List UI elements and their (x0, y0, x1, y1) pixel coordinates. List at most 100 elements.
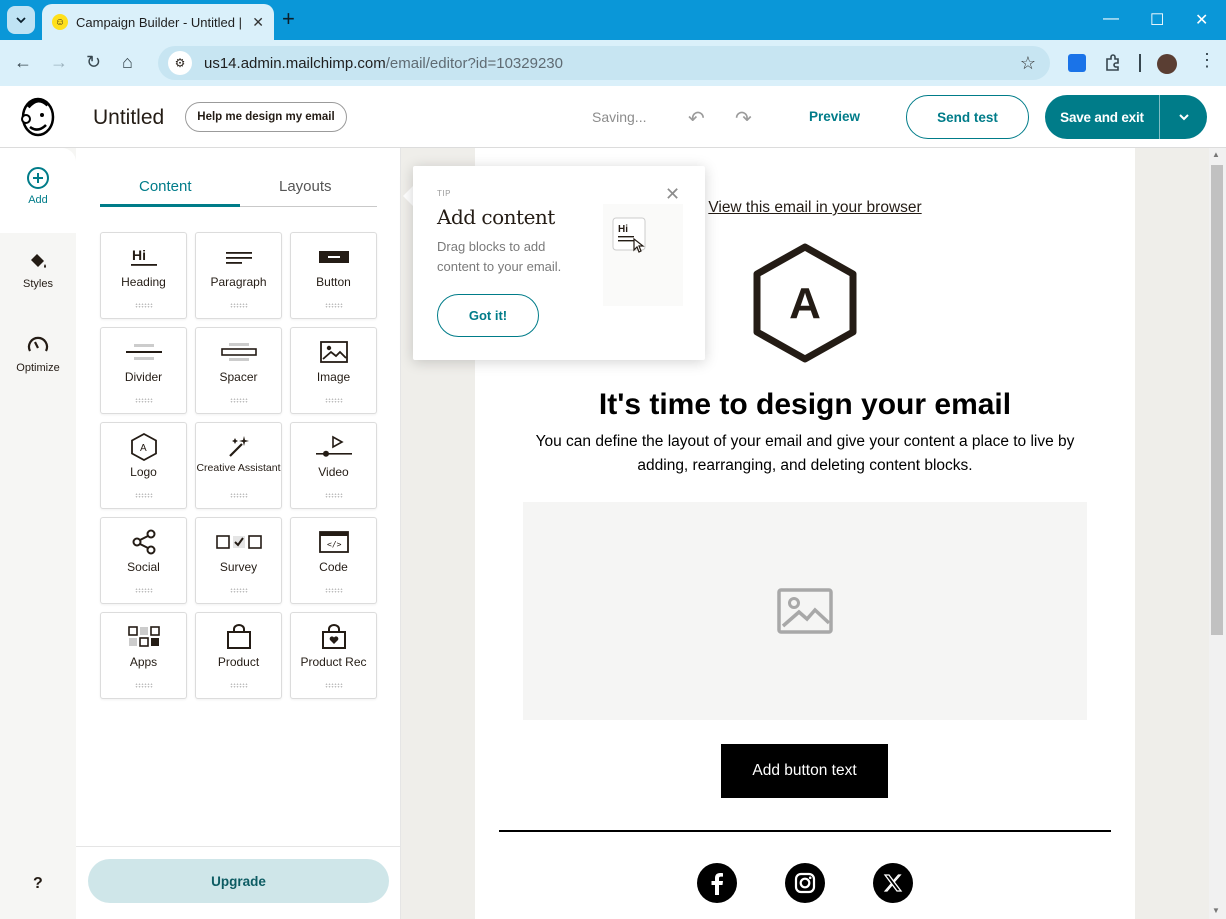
tip-title: Add content (437, 205, 555, 229)
block-label: Code (319, 560, 348, 574)
extensions-puzzle-icon[interactable] (1104, 54, 1122, 72)
logo-letter: A (789, 279, 821, 328)
block-spacer[interactable]: Spacer (195, 327, 282, 414)
drag-grip-icon[interactable] (325, 303, 343, 308)
help-design-button[interactable]: Help me design my email (185, 102, 347, 132)
block-social[interactable]: Social (100, 517, 187, 604)
drag-grip-icon[interactable] (325, 493, 343, 498)
rail-item-styles[interactable]: Styles (0, 250, 76, 290)
rail-item-optimize[interactable]: Optimize (0, 334, 76, 374)
button-icon (318, 251, 349, 263)
drag-grip-icon[interactable] (135, 493, 153, 498)
minimize-icon[interactable]: — (1103, 10, 1119, 28)
block-apps[interactable]: Apps (100, 612, 187, 699)
drag-grip-icon[interactable] (135, 683, 153, 688)
mailchimp-logo-icon[interactable] (20, 97, 56, 137)
drag-grip-icon[interactable] (325, 683, 343, 688)
block-code[interactable]: </> Code (290, 517, 377, 604)
undo-icon[interactable]: ↶ (688, 106, 705, 131)
image-icon (777, 588, 833, 634)
block-video[interactable]: Video (290, 422, 377, 509)
save-options-chevron-icon[interactable] (1159, 95, 1207, 139)
new-tab-button[interactable]: + (282, 8, 295, 30)
drag-grip-icon[interactable] (325, 588, 343, 593)
left-rail: Add Styles Optimize (0, 148, 76, 919)
upgrade-button[interactable]: Upgrade (88, 859, 389, 903)
hexagon-logo-icon[interactable]: A (750, 243, 860, 363)
save-status: Saving... (592, 109, 647, 125)
block-label: Divider (124, 370, 163, 384)
site-info-icon[interactable]: ⚙ (168, 51, 192, 75)
block-label: Creative Assistant (196, 462, 281, 474)
rail-item-label: Optimize (16, 362, 60, 374)
email-divider[interactable] (499, 830, 1111, 832)
drag-grip-icon[interactable] (325, 398, 343, 403)
email-button[interactable]: Add button text (721, 744, 888, 798)
block-paragraph[interactable]: Paragraph (195, 232, 282, 319)
scroll-up-icon[interactable]: ▲ (1212, 150, 1220, 159)
drag-grip-icon[interactable] (135, 398, 153, 403)
drag-grip-icon[interactable] (135, 588, 153, 593)
forward-icon[interactable]: → (50, 52, 68, 73)
maximize-icon[interactable]: ☐ (1150, 10, 1164, 30)
block-label: Button (316, 275, 351, 289)
block-creative-assistant[interactable]: Creative Assistant (195, 422, 282, 509)
got-it-button[interactable]: Got it! (437, 294, 539, 337)
scroll-down-icon[interactable]: ▼ (1212, 906, 1220, 915)
drag-grip-icon[interactable] (135, 303, 153, 308)
tab-search-button[interactable] (7, 6, 35, 34)
magic-wand-icon (228, 436, 249, 457)
email-body-text[interactable]: You can define the layout of your email … (520, 430, 1090, 478)
block-label: Heading (121, 275, 166, 289)
drag-grip-icon[interactable] (230, 588, 248, 593)
drag-heading-illustration-icon: Hi (612, 217, 646, 253)
block-logo[interactable]: A Logo (100, 422, 187, 509)
block-product[interactable]: Product (195, 612, 282, 699)
drag-grip-icon[interactable] (230, 683, 248, 688)
content-panel: Content Layouts Hi Heading Paragraph But… (76, 148, 401, 919)
image-placeholder[interactable] (523, 502, 1087, 720)
block-button[interactable]: Button (290, 232, 377, 319)
tab-active-indicator (100, 204, 240, 207)
reload-icon[interactable]: ↻ (86, 52, 101, 73)
url-text[interactable]: us14.admin.mailchimp.com/email/editor?id… (204, 55, 563, 72)
rail-item-add[interactable]: Add (0, 166, 76, 206)
block-heading[interactable]: Hi Heading (100, 232, 187, 319)
tab-content[interactable]: Content (139, 178, 192, 195)
tab-layouts[interactable]: Layouts (279, 178, 332, 195)
bookmark-star-icon[interactable]: ☆ (1020, 53, 1036, 74)
translate-extension-icon[interactable] (1068, 54, 1086, 72)
x-icon[interactable] (873, 863, 913, 903)
close-window-icon[interactable]: ✕ (1195, 10, 1208, 30)
document-title[interactable]: Untitled (93, 106, 164, 130)
email-headline[interactable]: It's time to design your email (475, 388, 1135, 422)
save-exit-button[interactable]: Save and exit (1045, 95, 1159, 139)
help-icon[interactable]: ? (33, 875, 43, 893)
omnibox[interactable]: ⚙ us14.admin.mailchimp.com/email/editor?… (158, 46, 1050, 80)
rail-item-label: Styles (23, 278, 53, 290)
redo-icon[interactable]: ↷ (735, 106, 752, 131)
block-product-rec[interactable]: Product Rec (290, 612, 377, 699)
back-icon[interactable]: ← (14, 52, 32, 73)
preview-link[interactable]: Preview (809, 109, 860, 124)
block-divider[interactable]: Divider (100, 327, 187, 414)
home-icon[interactable]: ⌂ (122, 52, 133, 73)
send-test-button[interactable]: Send test (906, 95, 1029, 139)
tip-arrow (403, 186, 413, 206)
code-icon: </> (318, 531, 349, 553)
tip-body: Drag blocks to add content to your email… (437, 239, 562, 274)
drag-grip-icon[interactable] (230, 303, 248, 308)
browser-menu-icon[interactable]: ⋮ (1198, 50, 1216, 71)
block-survey[interactable]: Survey (195, 517, 282, 604)
profile-avatar[interactable] (1157, 54, 1177, 74)
drag-grip-icon[interactable] (230, 398, 248, 403)
canvas-scrollbar-thumb[interactable] (1211, 165, 1223, 635)
close-tab-icon[interactable]: ✕ (252, 14, 264, 31)
block-image[interactable]: Image (290, 327, 377, 414)
drag-grip-icon[interactable] (230, 493, 248, 498)
browser-tab[interactable]: ☺ Campaign Builder - Untitled | ✕ (42, 4, 274, 40)
instagram-icon[interactable] (785, 863, 825, 903)
paragraph-icon (225, 252, 252, 264)
facebook-icon[interactable] (697, 863, 737, 903)
close-icon[interactable]: ✕ (665, 184, 680, 205)
